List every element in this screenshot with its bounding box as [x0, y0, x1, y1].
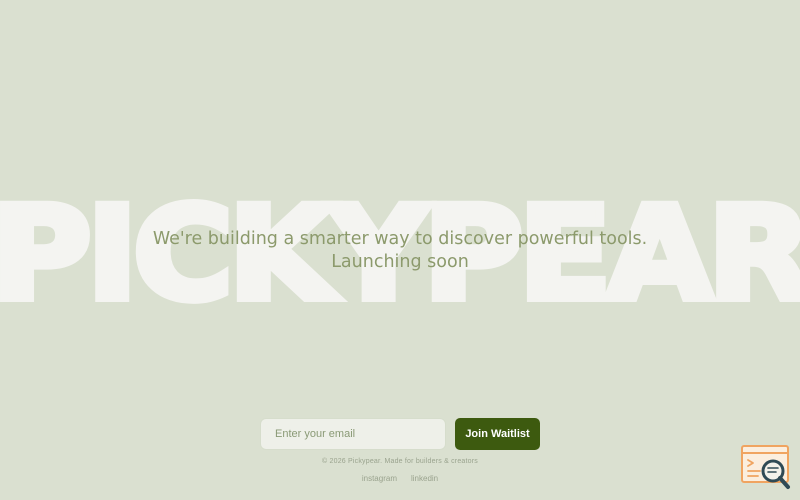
email-field[interactable] — [260, 418, 446, 450]
tagline-line-1: We're building a smarter way to discover… — [152, 229, 648, 249]
waitlist-form: Join Waitlist — [260, 418, 540, 450]
instagram-link[interactable]: instagram — [362, 474, 397, 483]
search-chat-widget[interactable] — [740, 444, 792, 490]
linkedin-link[interactable]: linkedin — [411, 474, 438, 483]
social-links: instagram linkedin — [0, 474, 800, 483]
search-chat-icon — [741, 445, 790, 489]
footer-copyright: © 2026 Pickypear. Made for builders & cr… — [322, 458, 478, 465]
hero-tagline: We're building a smarter way to discover… — [0, 228, 800, 274]
page: PICKYPEAR We're building a smarter way t… — [0, 0, 800, 500]
tagline-line-2: Launching soon — [331, 252, 469, 272]
join-waitlist-button[interactable]: Join Waitlist — [455, 418, 540, 450]
